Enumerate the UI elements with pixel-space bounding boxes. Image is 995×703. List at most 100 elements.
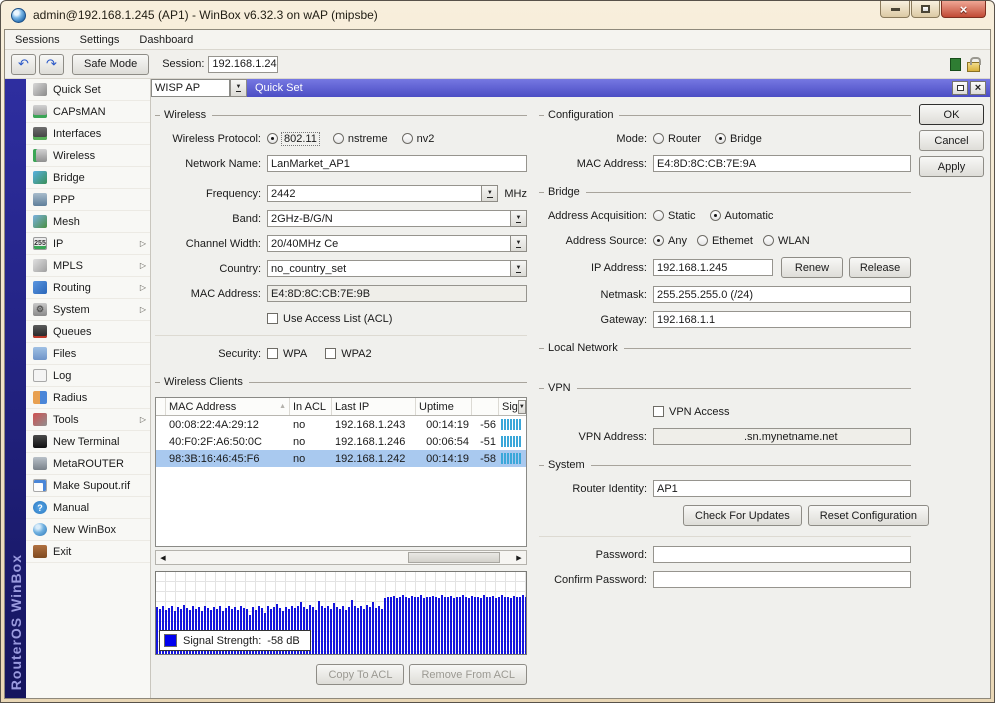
column-in-acl[interactable]: In ACL — [290, 398, 332, 415]
network-name-input[interactable]: LanMarket_AP1 — [267, 155, 527, 172]
config-mac-input[interactable]: E4:8D:8C:CB:7E:9A — [653, 155, 911, 172]
sidebar-item-files[interactable]: Files — [26, 343, 150, 365]
table-row[interactable]: 00:08:22:4A:29:12no192.168.1.24300:14:19… — [156, 416, 526, 433]
menu-sessions[interactable]: Sessions — [5, 30, 70, 49]
sidebar-item-new-winbox[interactable]: New WinBox — [26, 519, 150, 541]
gateway-row: Gateway: 192.168.1.1 — [539, 311, 911, 328]
vpn-access-checkbox[interactable]: VPN Access — [653, 406, 730, 418]
table-header-row: MAC Address▲ In ACL Last IP Uptime Sig▼ — [156, 398, 526, 416]
use-acl-checkbox[interactable]: Use Access List (ACL) — [267, 313, 392, 325]
minimize-button[interactable] — [880, 1, 910, 18]
scroll-left-icon[interactable]: ◀ — [156, 554, 170, 562]
radio-any[interactable]: Any — [653, 235, 687, 247]
router-identity-input[interactable]: AP1 — [653, 480, 911, 497]
last-ip-cell: 192.168.1.246 — [332, 436, 416, 448]
check-for-updates-button[interactable]: Check For Updates — [683, 505, 802, 526]
sidebar-item-tools[interactable]: Tools▷ — [26, 409, 150, 431]
sidebar-item-manual[interactable]: ?Manual — [26, 497, 150, 519]
sidebar-item-metarouter[interactable]: MetaROUTER — [26, 453, 150, 475]
quickset-mode-select[interactable]: WISP AP — [151, 79, 230, 97]
column-last-ip[interactable]: Last IP — [332, 398, 416, 415]
vpn-address-value: .sn.mynetname.net — [653, 428, 911, 445]
table-row[interactable]: 40:F0:2F:A6:50:0Cno192.168.1.24600:06:54… — [156, 433, 526, 450]
apply-button[interactable]: Apply — [919, 156, 984, 177]
wireless-clients-table[interactable]: MAC Address▲ In ACL Last IP Uptime Sig▼ … — [155, 397, 527, 547]
quickset-mode-dropdown-button[interactable]: ▼ — [230, 79, 247, 97]
sidebar-item-ip[interactable]: 255IP▷ — [26, 233, 150, 255]
password-input[interactable] — [653, 546, 911, 563]
ip-address-input[interactable]: 192.168.1.245 — [653, 259, 773, 276]
sidebar-item-make-supout-rif[interactable]: Make Supout.rif — [26, 475, 150, 497]
sidebar-item-wireless[interactable]: Wireless — [26, 145, 150, 167]
sidebar-item-interfaces[interactable]: Interfaces — [26, 123, 150, 145]
window-titlebar[interactable]: admin@192.168.1.245 (AP1) - WinBox v6.32… — [1, 1, 994, 29]
column-signal[interactable]: Sig▼ — [499, 398, 526, 415]
radio-nstreme[interactable]: nstreme — [333, 133, 388, 145]
wpa-checkbox[interactable]: WPA — [267, 348, 307, 360]
scroll-right-icon[interactable]: ▶ — [512, 554, 526, 562]
channel-width-dropdown-button[interactable]: ▼ — [510, 235, 527, 252]
copy-to-acl-button[interactable]: Copy To ACL — [316, 664, 404, 685]
graph-bar — [522, 595, 524, 654]
radio-nv2[interactable]: nv2 — [402, 133, 435, 145]
exit-door-icon — [33, 545, 47, 558]
wpa2-checkbox[interactable]: WPA2 — [325, 348, 371, 360]
radio-80211[interactable]: 802.11 — [267, 133, 319, 145]
radio-static[interactable]: Static — [653, 210, 696, 222]
band-dropdown-button[interactable]: ▼ — [510, 210, 527, 227]
radio-router[interactable]: Router — [653, 133, 701, 145]
close-button[interactable]: × — [941, 1, 986, 18]
maximize-button[interactable] — [911, 1, 940, 18]
gateway-input[interactable]: 192.168.1.1 — [653, 311, 911, 328]
sidebar-item-exit[interactable]: Exit — [26, 541, 150, 563]
undo-button[interactable]: ↶ — [11, 54, 36, 75]
sidebar-item-quick-set[interactable]: Quick Set — [26, 79, 150, 101]
graph-bar — [411, 596, 413, 654]
radio-automatic[interactable]: Automatic — [710, 210, 774, 222]
table-horizontal-scrollbar[interactable]: ◀ ▶ — [155, 550, 527, 565]
country-dropdown-button[interactable]: ▼ — [510, 260, 527, 277]
redo-button[interactable]: ↷ — [39, 54, 64, 75]
graph-bar — [378, 606, 380, 654]
sidebar-item-mesh[interactable]: Mesh — [26, 211, 150, 233]
sidebar-item-log[interactable]: Log — [26, 365, 150, 387]
sidebar-item-bridge[interactable]: Bridge — [26, 167, 150, 189]
radio-bridge[interactable]: Bridge — [715, 133, 762, 145]
reset-configuration-button[interactable]: Reset Configuration — [808, 505, 929, 526]
sidebar-item-routing[interactable]: Routing▷ — [26, 277, 150, 299]
safe-mode-button[interactable]: Safe Mode — [72, 54, 149, 75]
renew-button[interactable]: Renew — [781, 257, 843, 278]
confirm-password-input[interactable] — [653, 571, 911, 588]
column-filter-button[interactable]: ▼ — [518, 400, 526, 414]
sidebar-item-queues[interactable]: Queues — [26, 321, 150, 343]
quickset-restore-button[interactable] — [952, 81, 968, 95]
scrollbar-thumb[interactable] — [408, 552, 501, 563]
country-input[interactable]: no_country_set — [267, 260, 510, 277]
radio-wlan[interactable]: WLAN — [763, 235, 810, 247]
column-signal-value[interactable] — [472, 398, 499, 415]
table-row[interactable]: 98:3B:16:46:45:F6no192.168.1.24200:14:19… — [156, 450, 526, 467]
menu-dashboard[interactable]: Dashboard — [129, 30, 203, 49]
frequency-dropdown-button[interactable]: ▼ — [481, 185, 498, 202]
cancel-button[interactable]: Cancel — [919, 130, 984, 151]
quickset-close-button[interactable]: × — [970, 81, 986, 95]
sidebar-item-mpls[interactable]: MPLS▷ — [26, 255, 150, 277]
sidebar-item-system[interactable]: ⚙System▷ — [26, 299, 150, 321]
column-mac-address[interactable]: MAC Address▲ — [166, 398, 290, 415]
sidebar-item-radius[interactable]: Radius — [26, 387, 150, 409]
channel-width-input[interactable]: 20/40MHz Ce — [267, 235, 510, 252]
band-input[interactable]: 2GHz-B/G/N — [267, 210, 510, 227]
session-input[interactable]: 192.168.1.245 — [208, 56, 278, 73]
ok-button[interactable]: OK — [919, 104, 984, 125]
sidebar-item-ppp[interactable]: PPP — [26, 189, 150, 211]
in-acl-cell: no — [290, 453, 332, 465]
sidebar-item-new-terminal[interactable]: New Terminal — [26, 431, 150, 453]
remove-from-acl-button[interactable]: Remove From ACL — [409, 664, 527, 685]
radio-ethernet[interactable]: Ethemet — [697, 235, 753, 247]
release-button[interactable]: Release — [849, 257, 911, 278]
column-uptime[interactable]: Uptime — [416, 398, 472, 415]
netmask-input[interactable]: 255.255.255.0 (/24) — [653, 286, 911, 303]
menu-settings[interactable]: Settings — [70, 30, 130, 49]
sidebar-item-capsman[interactable]: CAPsMAN — [26, 101, 150, 123]
frequency-input[interactable]: 2442 — [267, 185, 481, 202]
